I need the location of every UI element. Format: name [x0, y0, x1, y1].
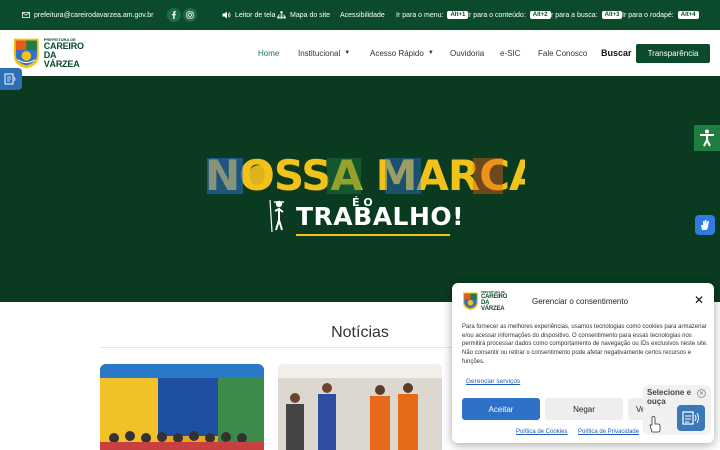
news-card-1[interactable] — [100, 364, 264, 450]
kbd-alt3: Alt+3 — [601, 11, 623, 19]
accessibility-icon — [700, 129, 714, 147]
sitemap-icon — [277, 11, 286, 19]
search-button[interactable]: Buscar — [601, 30, 632, 76]
kbd-alt1: Alt+1 — [447, 11, 469, 19]
hero-headline-art: NOSSA MARCA — [205, 152, 525, 198]
sitemap-link[interactable]: Mapa do site — [277, 0, 330, 30]
facebook-icon — [167, 8, 181, 22]
skip-to-menu[interactable]: Ir para o menu: Alt+1 — [396, 0, 469, 30]
hero-banner: NOSSA MARCA É O TRABALHO! — [0, 76, 720, 302]
nav-esic[interactable]: e-SIC — [500, 30, 520, 76]
kbd-alt4: Alt+4 — [677, 11, 699, 19]
text-to-speech-widget: Selecione e ouça ✕ — [643, 385, 711, 435]
cookie-policy-link[interactable]: Política de Cookies — [516, 429, 567, 435]
sign-language-button[interactable] — [695, 215, 715, 235]
chevron-down-icon: ▼ — [427, 50, 434, 56]
instagram-icon — [183, 8, 197, 22]
kbd-alt2: Alt+2 — [529, 11, 551, 19]
top-bar: prefeitura@careirodavarzea.am.gov.br Lei… — [0, 0, 720, 30]
pointer-hand-icon — [649, 416, 661, 433]
accessibility-link[interactable]: Acessibilidade — [340, 0, 385, 30]
coat-of-arms-icon — [463, 292, 478, 311]
screen-reader-link[interactable]: Leitor de tela — [222, 0, 275, 30]
close-icon[interactable]: ✕ — [694, 293, 704, 307]
coat-of-arms-icon — [13, 38, 39, 69]
book-reader-icon — [4, 73, 16, 85]
tts-activate-button[interactable] — [677, 405, 705, 431]
privacy-policy-link[interactable]: Política de Privacidade — [578, 429, 639, 435]
nav-fale-conosco[interactable]: Fale Conosco — [538, 30, 587, 76]
transparency-button[interactable]: Transparência — [636, 44, 710, 63]
accessibility-button[interactable] — [694, 125, 720, 151]
nav-acesso-rapido[interactable]: Acesso Rápido ▼ — [370, 30, 434, 76]
manage-services-link[interactable]: Gerenciar serviços — [466, 378, 520, 385]
news-card-2[interactable] — [278, 364, 442, 450]
worker-illustration — [269, 199, 284, 233]
nav-home[interactable]: Home — [258, 30, 279, 76]
consent-title: Gerenciar o consentimento — [532, 297, 629, 306]
skip-to-content[interactable]: Ir para o conteúdo: Alt+2 — [467, 0, 551, 30]
facebook-link[interactable] — [167, 0, 181, 30]
nav-institucional[interactable]: Institucional ▼ — [298, 30, 350, 76]
site-logo[interactable]: PREFEITURA DE CAREIRO DA VÁRZEA — [12, 35, 92, 71]
close-icon[interactable]: ✕ — [697, 389, 706, 398]
envelope-icon — [22, 12, 30, 18]
chevron-down-icon: ▼ — [344, 50, 351, 56]
consent-logo: PREFEITURA DE CAREIRO DA VÁRZEA — [462, 290, 512, 312]
hero-subline: TRABALHO! — [296, 202, 465, 231]
email-link[interactable]: prefeitura@careirodavarzea.am.gov.br — [22, 0, 153, 30]
accept-button[interactable]: Aceitar — [462, 398, 540, 420]
consent-body: Para fornecer as melhores experiências, … — [462, 324, 708, 365]
skip-to-search[interactable]: Ir para a busca: Alt+3 — [549, 0, 623, 30]
tts-label: Selecione e ouça — [647, 388, 692, 406]
deny-button[interactable]: Negar — [545, 398, 623, 420]
skip-to-footer[interactable]: Ir para o rodapé: Alt+4 — [622, 0, 699, 30]
nav-ouvidoria[interactable]: Ouvidoria — [450, 30, 484, 76]
hand-icon — [701, 220, 709, 230]
news-image-2 — [278, 364, 442, 450]
site-header: PREFEITURA DE CAREIRO DA VÁRZEA Home Ins… — [0, 30, 720, 76]
news-image-1 — [100, 364, 264, 450]
speaker-icon — [222, 11, 231, 19]
read-aloud-icon — [682, 411, 699, 425]
email-text: prefeitura@careirodavarzea.am.gov.br — [34, 11, 154, 19]
instagram-link[interactable] — [183, 0, 197, 30]
reader-tool-button[interactable] — [0, 68, 22, 90]
hero-underline — [296, 234, 450, 236]
